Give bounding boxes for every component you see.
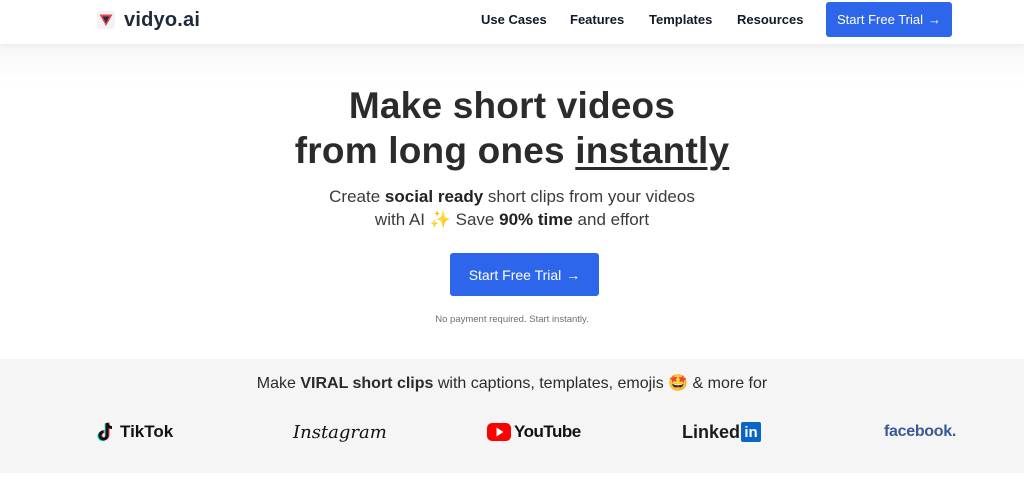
vidyo-logo[interactable]: vidyo.ai [97, 9, 200, 31]
platforms-band: Make VIRAL short clips with captions, te… [0, 359, 1024, 473]
sub-text: and effort [572, 210, 650, 229]
linkedin-in-icon: in [741, 422, 762, 442]
hero-section: Make short videos from long ones instant… [0, 44, 1024, 359]
subheadline-line-2: with AI ✨ Save 90% time and effort [0, 210, 1024, 230]
caption-text: with captions, templates, emojis [433, 375, 669, 392]
arrow-right-icon: → [927, 12, 941, 27]
sub-text: Save [450, 210, 500, 229]
tiktok-logo: TikTok [96, 419, 173, 445]
nav-templates[interactable]: Templates [649, 12, 712, 27]
sub-bold: social ready [384, 187, 484, 206]
logo-text: vidyo.ai [124, 8, 201, 31]
headline-line-2: from long ones instantly [0, 130, 1024, 172]
hero-cta-label: Start Free Trial [468, 266, 562, 283]
no-payment-note: No payment required. Start instantly. [435, 314, 589, 325]
linkedin-wordmark: Linked [682, 421, 741, 442]
nav-use-cases[interactable]: Use Cases [481, 12, 547, 27]
star-struck-emoji-icon: 🤩 [668, 375, 689, 392]
platforms-caption: Make VIRAL short clips with captions, te… [0, 373, 1024, 393]
subheadline-line-1: Create social ready short clips from you… [0, 187, 1024, 207]
instagram-logo: Instagram [293, 419, 387, 445]
headline-emphasis: instantly [575, 130, 730, 171]
top-navbar: vidyo.ai Use Cases Features Templates Re… [0, 0, 1024, 44]
sub-text: with AI [374, 210, 430, 229]
youtube-logo: YouTube [487, 419, 581, 445]
hero-top-fade [0, 44, 1024, 84]
youtube-wordmark: YouTube [514, 422, 581, 441]
tiktok-icon [97, 422, 113, 442]
vidyo-logo-icon [97, 11, 115, 29]
nav-features[interactable]: Features [570, 12, 624, 27]
caption-text: Make [256, 375, 301, 392]
sub-bold: 90% time [499, 210, 573, 229]
hero-start-free-trial-button[interactable]: Start Free Trial → [450, 253, 599, 296]
instagram-wordmark: Instagram [293, 421, 387, 443]
sub-text: Create [329, 187, 385, 206]
tiktok-wordmark: TikTok [120, 422, 174, 441]
headline-line-1: Make short videos [348, 85, 676, 126]
sparkle-icon: ✨ [429, 210, 451, 229]
facebook-wordmark: facebook. [884, 423, 956, 440]
caption-text: & more for [688, 375, 768, 392]
nav-cta-label: Start Free Trial [837, 12, 923, 27]
youtube-play-icon [487, 423, 511, 441]
headline-prefix: from long ones [294, 130, 576, 171]
caption-bold: VIRAL short clips [300, 375, 434, 392]
nav-start-free-trial-button[interactable]: Start Free Trial → [826, 2, 952, 37]
linkedin-logo: Linked in [682, 419, 762, 445]
sub-text: short clips from your videos [483, 187, 695, 206]
facebook-logo: facebook. [884, 419, 956, 445]
nav-resources[interactable]: Resources [737, 12, 803, 27]
arrow-right-icon: → [566, 266, 581, 283]
